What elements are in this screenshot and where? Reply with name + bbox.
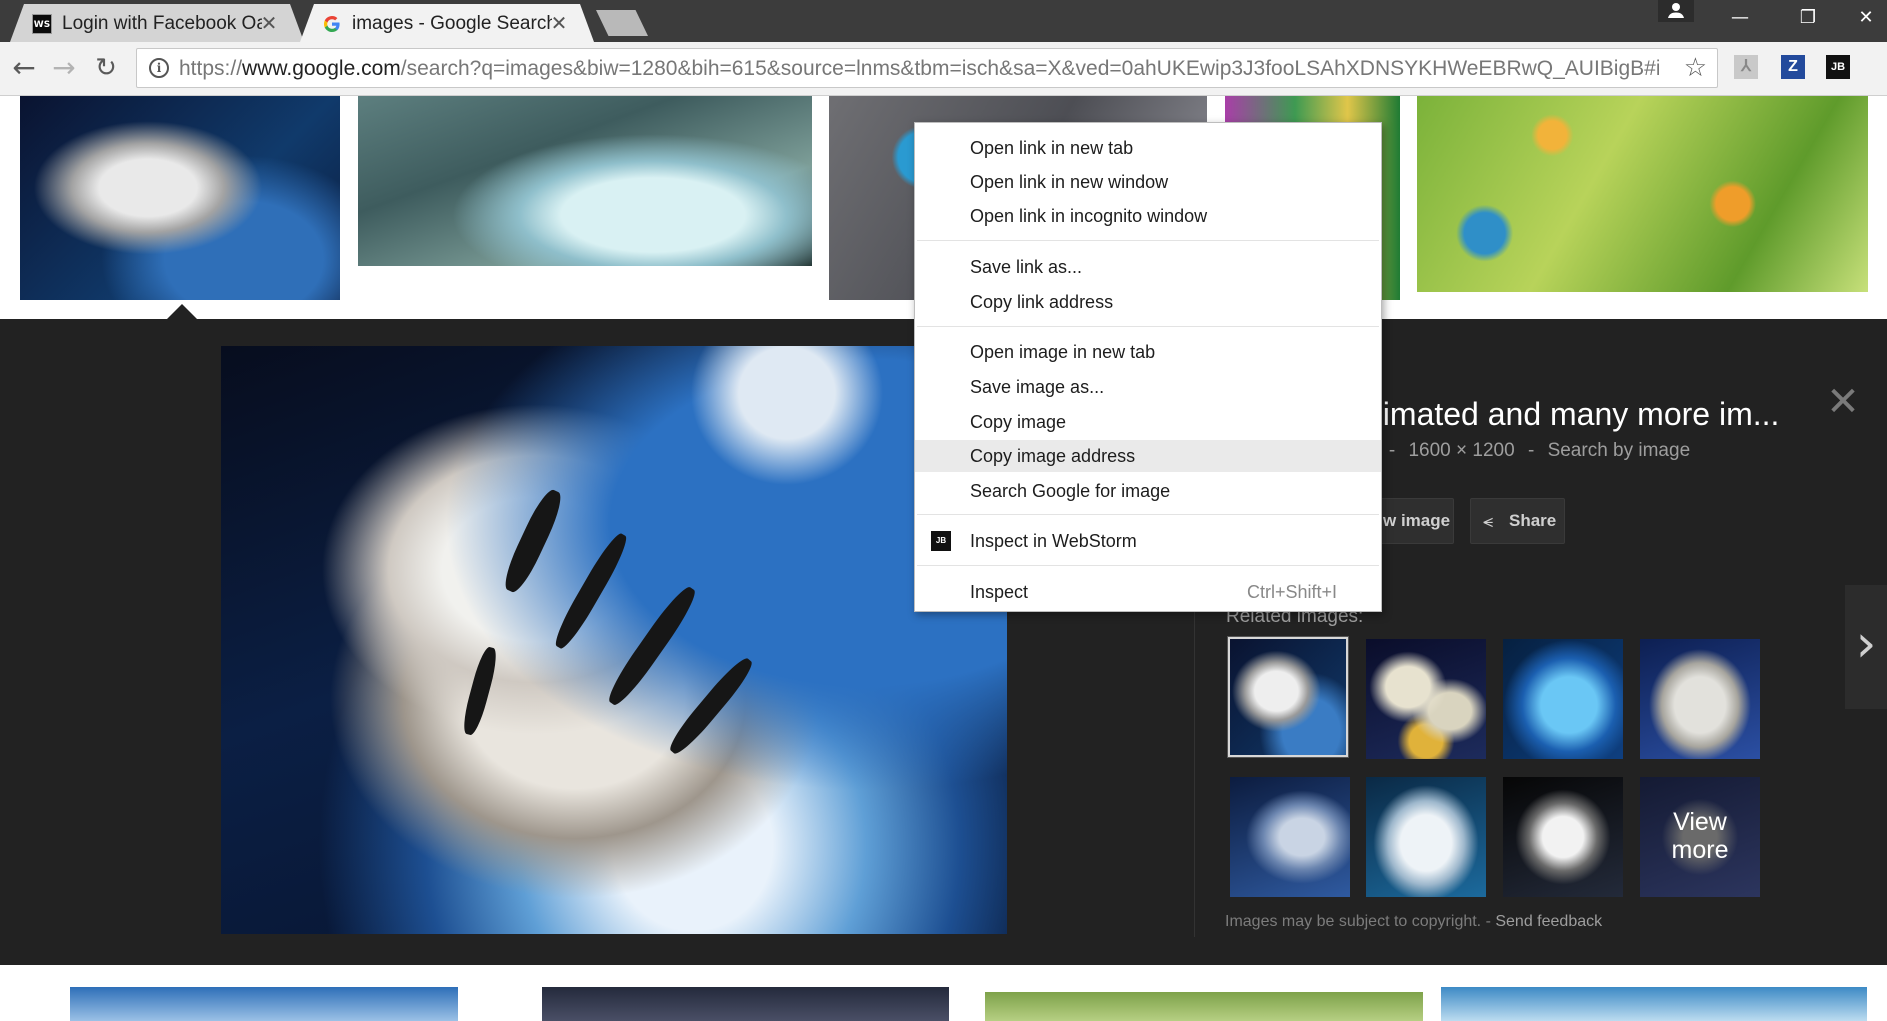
- url-path: /search?q=images&biw=1280&bih=615&source…: [400, 57, 1659, 80]
- view-more-label: more: [1671, 836, 1729, 864]
- menu-item-label: Copy image address: [970, 446, 1136, 466]
- tab-title: images - Google Search: [352, 13, 552, 34]
- menu-item-label: Copy image: [970, 412, 1067, 432]
- restore-button[interactable]: ❐: [1778, 0, 1838, 38]
- related-image[interactable]: [1366, 777, 1486, 897]
- menu-item-label: Open link in new tab: [970, 138, 1134, 158]
- jetbrains-icon[interactable]: JB: [1826, 55, 1850, 79]
- related-image[interactable]: [1503, 639, 1623, 759]
- copyright-text: Images may be subject to copyright.: [1225, 913, 1482, 930]
- share-label: Share: [1509, 511, 1557, 530]
- menu-item-open-link-incognito[interactable]: Open link in incognito window: [915, 200, 1381, 232]
- copyright-separator: -: [1485, 913, 1491, 930]
- new-tab-button[interactable]: [596, 10, 648, 36]
- result-thumbnail[interactable]: [985, 992, 1423, 1021]
- view-more-label: View: [1673, 808, 1727, 836]
- menu-item-label: Open image in new tab: [970, 342, 1156, 362]
- tab-login-facebook[interactable]: WS Login with Facebook Oa ✕: [10, 4, 304, 42]
- close-window-button[interactable]: ✕: [1836, 0, 1887, 38]
- share-button[interactable]: ⪪ Share: [1470, 498, 1565, 544]
- related-image[interactable]: [1366, 639, 1486, 759]
- minimize-button[interactable]: —: [1710, 0, 1770, 38]
- menu-separator: [917, 240, 1379, 241]
- close-tab-icon[interactable]: ✕: [548, 12, 570, 34]
- close-panel-icon[interactable]: ✕: [1826, 382, 1860, 422]
- copyright-notice: Images may be subject to copyright. - Se…: [1225, 913, 1602, 931]
- send-feedback-link[interactable]: Send feedback: [1495, 913, 1602, 930]
- related-image[interactable]: [1230, 777, 1350, 897]
- person-icon: [1668, 3, 1684, 18]
- context-menu: Open link in new tab Open link in new wi…: [914, 122, 1382, 612]
- menu-item-shortcut: Ctrl+Shift+I: [1246, 582, 1337, 602]
- menu-item-label: Inspect: [970, 582, 1029, 602]
- menu-item-label: Open link in new window: [970, 172, 1169, 192]
- result-thumbnail[interactable]: [70, 987, 458, 1021]
- bookmark-star-icon[interactable]: ☆: [1684, 53, 1707, 83]
- menu-item-label: Save image as...: [970, 377, 1105, 397]
- menu-item-open-image-new-tab[interactable]: Open image in new tab: [915, 336, 1381, 368]
- meta-separator: -: [1388, 440, 1396, 461]
- back-button[interactable]: ←: [8, 52, 40, 84]
- jetbrains-icon: JB: [931, 531, 951, 551]
- menu-separator: [917, 326, 1379, 327]
- view-image-button[interactable]: w image: [1370, 498, 1454, 544]
- related-image[interactable]: [1640, 639, 1760, 759]
- panel-pointer: [166, 304, 198, 320]
- menu-item-open-link-new-tab[interactable]: Open link in new tab: [915, 132, 1381, 164]
- menu-item-copy-image[interactable]: Copy image: [915, 406, 1381, 438]
- menu-item-save-image-as[interactable]: Save image as...: [915, 371, 1381, 403]
- search-by-image-link[interactable]: Search by image: [1548, 440, 1691, 461]
- close-tab-icon[interactable]: ✕: [258, 12, 280, 34]
- menu-item-save-link-as[interactable]: Save link as...: [915, 251, 1381, 283]
- result-thumbnail-kingfishers[interactable]: [1417, 96, 1868, 292]
- result-thumbnail-tiger[interactable]: [20, 96, 340, 300]
- menu-item-label: Copy link address: [970, 292, 1114, 312]
- image-meta: n - 1600 × 1200 - Search by image: [1365, 440, 1698, 462]
- menu-item-copy-link-address[interactable]: Copy link address: [915, 286, 1381, 318]
- result-thumbnail[interactable]: [542, 987, 949, 1021]
- next-image-arrow[interactable]: ›: [1845, 585, 1887, 709]
- menu-item-search-google-for-image[interactable]: Search Google for image: [915, 475, 1381, 507]
- image-title[interactable]: nimated and many more im...: [1365, 396, 1779, 433]
- menu-item-inspect[interactable]: Inspect Ctrl+Shift+I: [915, 576, 1381, 608]
- menu-separator: [917, 565, 1379, 566]
- menu-item-label: Open link in incognito window: [970, 206, 1208, 226]
- tab-google-images[interactable]: images - Google Search ✕: [300, 4, 594, 42]
- forward-button[interactable]: →: [48, 52, 80, 84]
- z-icon[interactable]: Z: [1781, 55, 1805, 79]
- browser-window: WS Login with Facebook Oa ✕ images - Goo…: [0, 0, 1887, 1021]
- view-image-label: w image: [1383, 511, 1451, 530]
- tab-strip: WS Login with Facebook Oa ✕ images - Goo…: [0, 0, 1887, 42]
- menu-item-open-link-new-window[interactable]: Open link in new window: [915, 166, 1381, 198]
- info-icon[interactable]: i: [149, 58, 169, 78]
- webstorm-icon: WS: [32, 14, 52, 34]
- url-scheme: https://: [179, 57, 243, 80]
- google-g-icon: [322, 14, 342, 34]
- url-text[interactable]: https://www.google.com/search?q=images&b…: [179, 57, 1659, 81]
- toolbar: ← → ↻ i https://www.google.com/search?q=…: [0, 42, 1887, 96]
- preview-image[interactable]: [221, 346, 1007, 934]
- url-domain: www.google.com: [242, 57, 401, 80]
- tab-title: Login with Facebook Oa: [62, 13, 262, 34]
- menu-item-label: Search Google for image: [970, 481, 1171, 501]
- share-icon: ⪪: [1483, 511, 1494, 531]
- menu-separator: [917, 514, 1379, 515]
- reload-button[interactable]: ↻: [90, 52, 122, 84]
- menu-item-copy-image-address[interactable]: Copy image address: [915, 440, 1381, 472]
- pdf-icon[interactable]: ⅄: [1734, 55, 1758, 79]
- view-more-button[interactable]: View more: [1640, 777, 1760, 897]
- related-image[interactable]: [1227, 636, 1349, 758]
- result-thumbnail-fjord[interactable]: [358, 96, 812, 266]
- menu-item-inspect-in-webstorm[interactable]: JB Inspect in WebStorm: [915, 525, 1381, 557]
- menu-item-label: Save link as...: [970, 257, 1083, 277]
- meta-separator: -: [1527, 440, 1535, 461]
- profile-button[interactable]: [1658, 0, 1694, 22]
- result-thumbnail[interactable]: [1441, 987, 1867, 1021]
- address-bar[interactable]: i https://www.google.com/search?q=images…: [136, 48, 1718, 88]
- image-dimensions: 1600 × 1200: [1408, 440, 1515, 461]
- related-image[interactable]: [1503, 777, 1623, 897]
- menu-item-label: Inspect in WebStorm: [970, 531, 1137, 551]
